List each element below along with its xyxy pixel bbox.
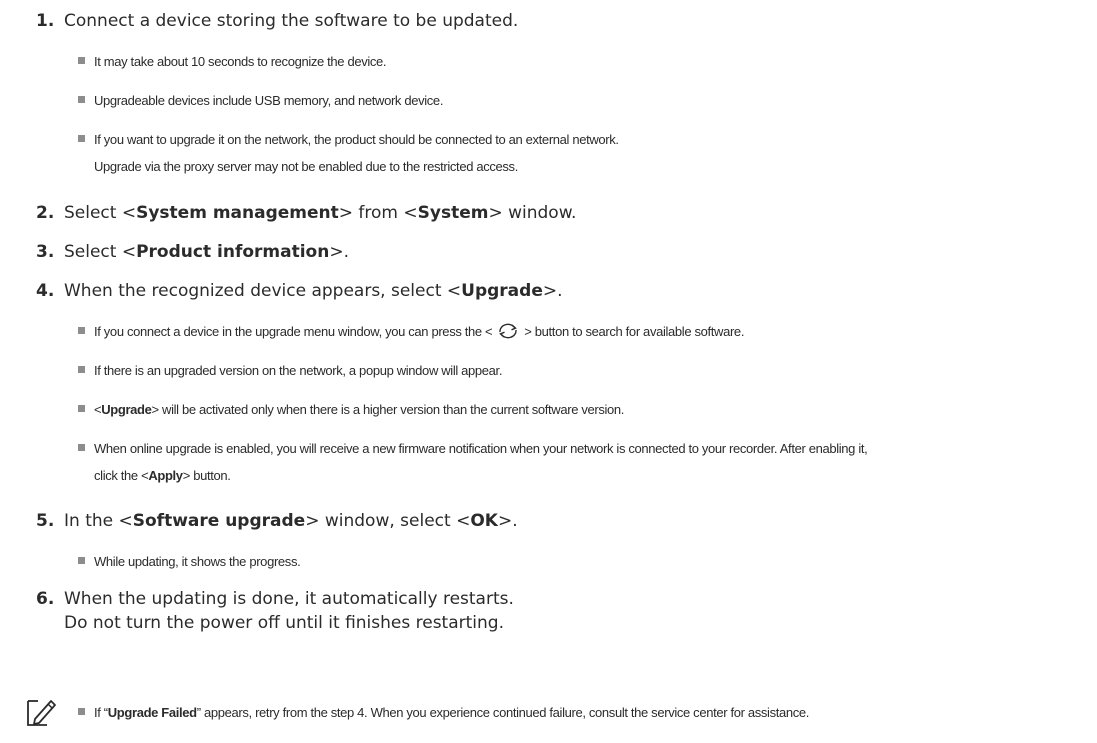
square-bullet-icon: [78, 366, 85, 373]
square-bullet-icon: [78, 96, 85, 103]
note-popup-window: If there is an upgraded version on the n…: [78, 357, 502, 384]
square-bullet-icon: [78, 327, 85, 334]
step-4: 4. When the recognized device appears, se…: [36, 281, 563, 301]
note-upgradeable-devices: Upgradeable devices include USB memory, …: [78, 87, 443, 114]
refresh-arrows-icon: [499, 323, 518, 339]
step-5: 5. In the <Software upgrade> window, sele…: [36, 511, 518, 531]
step-1: 1. Connect a device storing the software …: [36, 9, 518, 33]
memo-upgrade-failed: If “Upgrade Failed” appears, retry from …: [78, 699, 809, 726]
note-progress: While updating, it shows the progress.: [78, 548, 301, 575]
square-bullet-icon: [78, 135, 85, 142]
note-network-upgrade: If you want to upgrade it on the network…: [78, 126, 619, 180]
step-number: 6.: [36, 589, 55, 609]
note-upgrade-activated: <Upgrade> will be activated only when th…: [78, 396, 624, 423]
step-number: 4.: [36, 281, 55, 301]
step-2: 2. Select <System management> from <Syste…: [36, 203, 577, 223]
memo-pencil-icon: [27, 700, 56, 726]
square-bullet-icon: [78, 444, 85, 451]
note-online-upgrade: When online upgrade is enabled, you will…: [78, 435, 868, 489]
step-6: 6. When the updating is done, it automati…: [36, 589, 514, 633]
square-bullet-icon: [78, 708, 85, 715]
square-bullet-icon: [78, 557, 85, 564]
step-number: 2.: [36, 203, 55, 223]
step-number: 5.: [36, 511, 55, 531]
step-text: Connect a device storing the software to…: [64, 11, 519, 31]
square-bullet-icon: [78, 57, 85, 64]
step-number: 3.: [36, 242, 55, 262]
square-bullet-icon: [78, 405, 85, 412]
step-number: 1.: [36, 11, 55, 31]
step-3: 3. Select <Product information>.: [36, 242, 349, 262]
note-refresh-button: If you connect a device in the upgrade m…: [78, 318, 744, 345]
note-recognize-time: It may take about 10 seconds to recogniz…: [78, 48, 387, 75]
